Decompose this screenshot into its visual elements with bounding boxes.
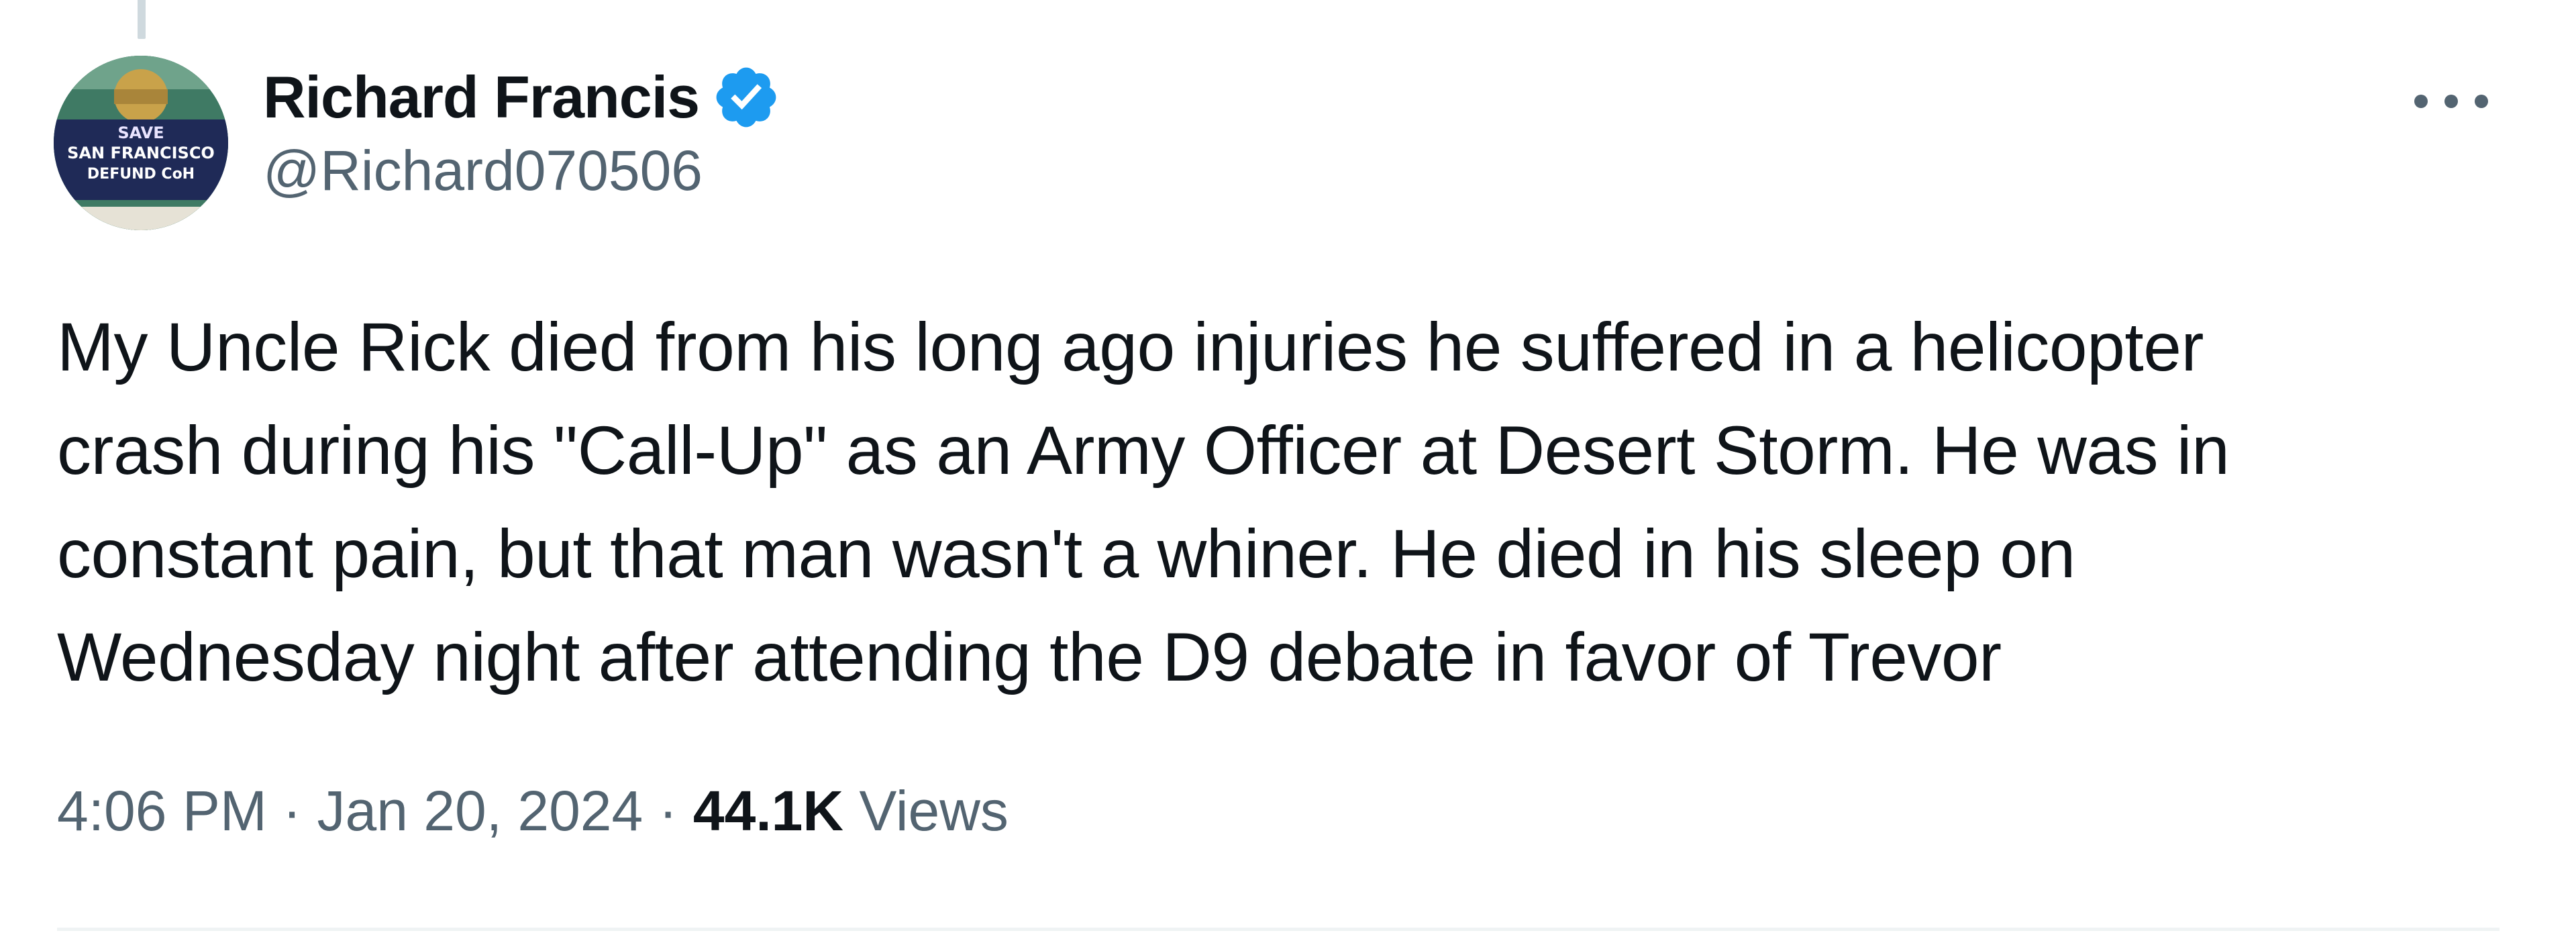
tweet-text: My Uncle Rick died from his long ago inj… [57, 295, 2540, 709]
author-name[interactable]: Richard Francis [263, 63, 700, 132]
verified-badge-icon[interactable] [711, 62, 781, 132]
meta-separator: · [643, 779, 693, 842]
avatar[interactable]: SAVE SAN FRANCISCO DEFUND CoH [54, 56, 228, 230]
divider [57, 928, 2500, 931]
author-name-row: Richard Francis [263, 60, 781, 134]
tweet-text-line: My Uncle Rick died from his long ago inj… [57, 309, 2204, 385]
views-label: Views [843, 779, 1009, 842]
tweet-text-line: constant pain, but that man wasn't a whi… [57, 515, 2075, 592]
more-dot [2475, 95, 2488, 108]
profile-avatar-icon: SAVE SAN FRANCISCO DEFUND CoH [54, 56, 228, 230]
tweet-text-line: crash during his "Call-Up" as an Army Of… [57, 412, 2230, 489]
tweet-metadata: 4:06 PM · Jan 20, 2024 · 44.1K Views [57, 779, 1009, 844]
avatar-sign-line-3: DEFUND CoH [87, 166, 195, 183]
tweet-date[interactable]: Jan 20, 2024 [317, 779, 643, 842]
meta-separator: · [266, 779, 317, 842]
more-dot [2414, 95, 2428, 108]
thread-connector-line [138, 0, 146, 39]
tweet-header: Richard Francis @Richard070506 [263, 60, 781, 203]
views-count[interactable]: 44.1K [693, 779, 843, 842]
avatar-sign-line-2: SAN FRANCISCO [67, 144, 215, 162]
more-options-icon[interactable] [2414, 85, 2488, 118]
more-dot [2444, 95, 2458, 108]
tweet-text-line: Wednesday night after attending the D9 d… [57, 619, 2002, 695]
avatar-sign-line-1: SAVE [117, 124, 164, 142]
author-handle[interactable]: @Richard070506 [263, 138, 781, 203]
tweet-time[interactable]: 4:06 PM [57, 779, 267, 842]
